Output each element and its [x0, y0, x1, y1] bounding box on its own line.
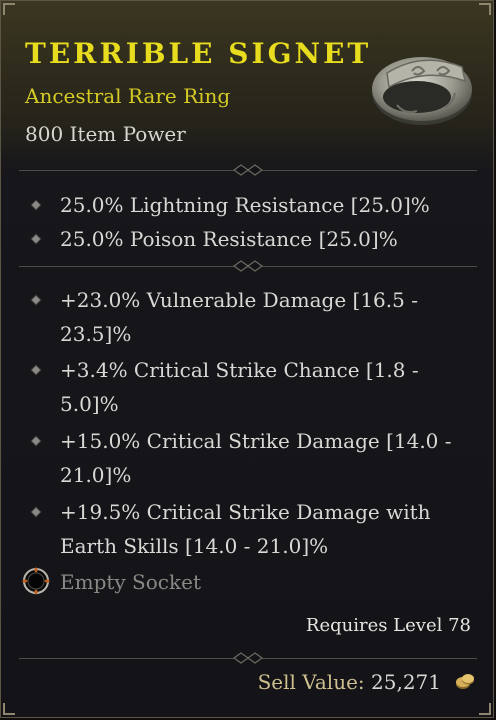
affix-stat: +23.0% Vulnerable Damage [16.5 - 23.5]% [31, 283, 453, 351]
affix-stat: +19.5% Critical Strike Damage with Earth… [31, 495, 453, 563]
socket-icon [22, 567, 50, 595]
gold-coin-icon [456, 674, 474, 689]
corner-ornament [479, 703, 491, 715]
item-name: TERRIBLE SIGNET [25, 37, 372, 70]
section-divider [19, 651, 477, 665]
sell-value: Sell Value: 25,271 [258, 670, 441, 694]
corner-ornament [479, 3, 491, 15]
socket-label: Empty Socket [60, 570, 201, 594]
affix-stat: +15.0% Critical Strike Damage [14.0 - 21… [31, 424, 453, 492]
corner-ornament [3, 3, 15, 15]
sell-value-amount: 25,271 [371, 670, 441, 694]
implicit-stat: 25.0% Lightning Resistance [25.0]% [31, 188, 453, 222]
sell-value-label: Sell Value: [257, 670, 365, 694]
ring-icon [372, 57, 472, 125]
corner-ornament [3, 703, 15, 715]
affix-stat: +3.4% Critical Strike Chance [1.8 - 5.0]… [31, 353, 453, 421]
item-tooltip: TERRIBLE SIGNET Ancestral Rare Ring 800 … [0, 0, 494, 718]
level-requirement: Requires Level 78 [305, 615, 471, 636]
section-divider [19, 163, 477, 177]
section-divider [19, 259, 477, 273]
item-type: Ancestral Rare Ring [25, 84, 231, 108]
implicit-stat: 25.0% Poison Resistance [25.0]% [31, 222, 453, 256]
item-power: 800 Item Power [25, 122, 186, 146]
